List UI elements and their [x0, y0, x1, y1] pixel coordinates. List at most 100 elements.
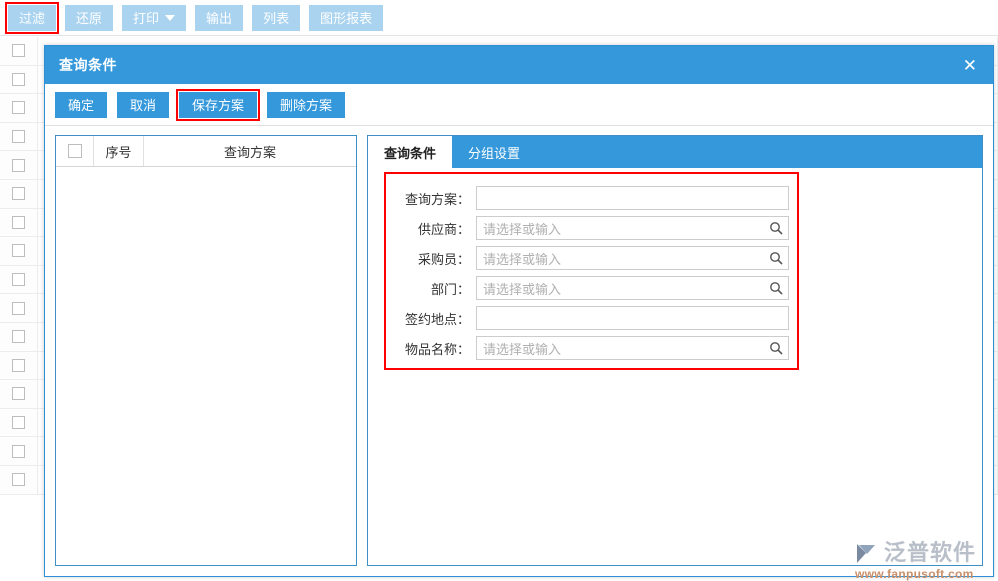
buyer-field[interactable]: 请选择或输入 — [476, 246, 789, 270]
row-select-cell[interactable] — [0, 237, 38, 265]
item-name-field-label: 物品名称： — [394, 339, 476, 358]
signing-place-field[interactable] — [476, 306, 789, 330]
row-select-cell[interactable] — [0, 66, 38, 94]
confirm-button-label: 确定 — [68, 95, 94, 114]
row-checkbox[interactable] — [12, 387, 25, 400]
query-conditions-dialog: 查询条件 ✕ 确定取消保存方案删除方案 序号 查询方案 查询条件分组设置 查询方… — [44, 45, 994, 577]
row-checkbox[interactable] — [12, 216, 25, 229]
signing-place-field-label: 签约地点： — [394, 309, 476, 328]
print-button[interactable]: 打印 — [122, 5, 186, 31]
scheme-table-header: 序号 查询方案 — [56, 136, 356, 167]
dialog-action-bar: 确定 取消 保存方案 删除方案 — [45, 84, 993, 126]
supplier-field-row: 供应商： 请选择或输入 — [394, 213, 789, 243]
close-icon[interactable]: ✕ — [959, 55, 981, 76]
department-field[interactable]: 请选择或输入 — [476, 276, 789, 300]
row-select-cell[interactable] — [0, 209, 38, 237]
row-select-cell[interactable] — [0, 437, 38, 465]
dialog-title: 查询条件 — [59, 55, 117, 75]
row-checkbox[interactable] — [12, 330, 25, 343]
row-checkbox[interactable] — [12, 187, 25, 200]
query-fields-highlight-box: 查询方案：供应商：请选择或输入采购员：请选择或输入部门：请选择或输入签约地点：物… — [384, 172, 799, 370]
row-select-cell[interactable] — [0, 180, 38, 208]
filter-button-label: 过滤 — [19, 8, 45, 27]
buyer-field-row: 采购员： 请选择或输入 — [394, 243, 789, 273]
cancel-button-label: 取消 — [130, 95, 156, 114]
row-checkbox[interactable] — [12, 159, 25, 172]
save-scheme-button-label: 保存方案 — [192, 95, 244, 114]
export-button[interactable]: 输出 — [195, 5, 243, 31]
search-icon[interactable] — [769, 341, 783, 355]
cancel-button[interactable]: 取消 — [117, 92, 169, 118]
confirm-button[interactable]: 确定 — [55, 92, 107, 118]
item-name-field-row: 物品名称：请选择或输入 — [394, 333, 789, 363]
chart-report-button[interactable]: 图形报表 — [309, 5, 383, 31]
department-field-placeholder: 请选择或输入 — [483, 279, 561, 298]
tab-group-settings-label: 分组设置 — [468, 143, 520, 162]
row-checkbox[interactable] — [12, 359, 25, 372]
dialog-body: 序号 查询方案 查询条件分组设置 查询方案：供应商：请选择或输入采购员：请选择或… — [45, 127, 993, 576]
row-select-cell[interactable] — [0, 123, 38, 151]
tab-strip: 查询条件 分组设置 — [368, 136, 982, 168]
row-checkbox[interactable] — [12, 473, 25, 486]
row-select-cell[interactable] — [0, 380, 38, 408]
row-checkbox[interactable] — [12, 302, 25, 315]
row-select-cell[interactable] — [0, 37, 38, 65]
form-area: 查询方案：供应商：请选择或输入采购员：请选择或输入部门：请选择或输入签约地点：物… — [368, 168, 982, 565]
tab-query-conditions[interactable]: 查询条件 — [368, 136, 452, 168]
search-icon[interactable] — [769, 251, 783, 265]
restore-button[interactable]: 还原 — [65, 5, 113, 31]
delete-scheme-button-label: 删除方案 — [280, 95, 332, 114]
row-checkbox[interactable] — [12, 445, 25, 458]
row-checkbox[interactable] — [12, 101, 25, 114]
top-toolbar: 过滤 还原 打印 输出 列表 图形报表 — [0, 0, 998, 36]
search-icon[interactable] — [769, 281, 783, 295]
row-select-cell[interactable] — [0, 352, 38, 380]
scheme-column-seq: 序号 — [94, 136, 144, 166]
query-scheme-field-label: 查询方案： — [394, 189, 476, 208]
query-scheme-field-row: 查询方案： — [394, 183, 789, 213]
scheme-select-all-checkbox[interactable] — [68, 144, 82, 158]
print-button-label: 打印 — [133, 8, 159, 27]
supplier-field[interactable]: 请选择或输入 — [476, 216, 789, 240]
save-scheme-button[interactable]: 保存方案 — [179, 92, 257, 118]
chart-report-button-label: 图形报表 — [320, 8, 372, 27]
scheme-select-all-cell[interactable] — [56, 136, 94, 166]
row-select-cell[interactable] — [0, 409, 38, 437]
export-button-label: 输出 — [206, 8, 232, 27]
row-select-cell[interactable] — [0, 151, 38, 179]
row-select-cell[interactable] — [0, 466, 38, 494]
row-checkbox[interactable] — [12, 273, 25, 286]
supplier-field-label: 供应商： — [394, 219, 476, 238]
filter-button[interactable]: 过滤 — [8, 5, 56, 31]
row-checkbox[interactable] — [12, 73, 25, 86]
department-field-row: 部门： 请选择或输入 — [394, 273, 789, 303]
conditions-panel: 查询条件分组设置 查询方案：供应商：请选择或输入采购员：请选择或输入部门：请选择… — [367, 135, 983, 566]
query-scheme-field[interactable] — [476, 186, 789, 210]
tab-group-settings[interactable]: 分组设置 — [452, 136, 536, 168]
department-field-label: 部门： — [394, 279, 476, 298]
signing-place-field-row: 签约地点： — [394, 303, 789, 333]
restore-button-label: 还原 — [76, 8, 102, 27]
search-icon[interactable] — [769, 221, 783, 235]
row-select-cell[interactable] — [0, 94, 38, 122]
row-select-cell[interactable] — [0, 294, 38, 322]
buyer-field-label: 采购员： — [394, 249, 476, 268]
supplier-field-placeholder: 请选择或输入 — [483, 219, 561, 238]
row-checkbox[interactable] — [12, 44, 25, 57]
list-button-label: 列表 — [263, 8, 289, 27]
item-name-field[interactable]: 请选择或输入 — [476, 336, 789, 360]
scheme-list-panel: 序号 查询方案 — [55, 135, 357, 566]
scheme-column-name: 查询方案 — [144, 136, 356, 166]
chevron-down-icon — [165, 15, 175, 21]
row-select-cell[interactable] — [0, 323, 38, 351]
row-checkbox[interactable] — [12, 244, 25, 257]
buyer-field-placeholder: 请选择或输入 — [483, 249, 561, 268]
row-select-cell[interactable] — [0, 266, 38, 294]
row-checkbox[interactable] — [12, 416, 25, 429]
list-button[interactable]: 列表 — [252, 5, 300, 31]
delete-scheme-button[interactable]: 删除方案 — [267, 92, 345, 118]
scheme-list-body[interactable] — [56, 167, 356, 565]
dialog-header: 查询条件 ✕ — [45, 46, 993, 84]
tab-query-conditions-label: 查询条件 — [384, 143, 436, 162]
row-checkbox[interactable] — [12, 130, 25, 143]
